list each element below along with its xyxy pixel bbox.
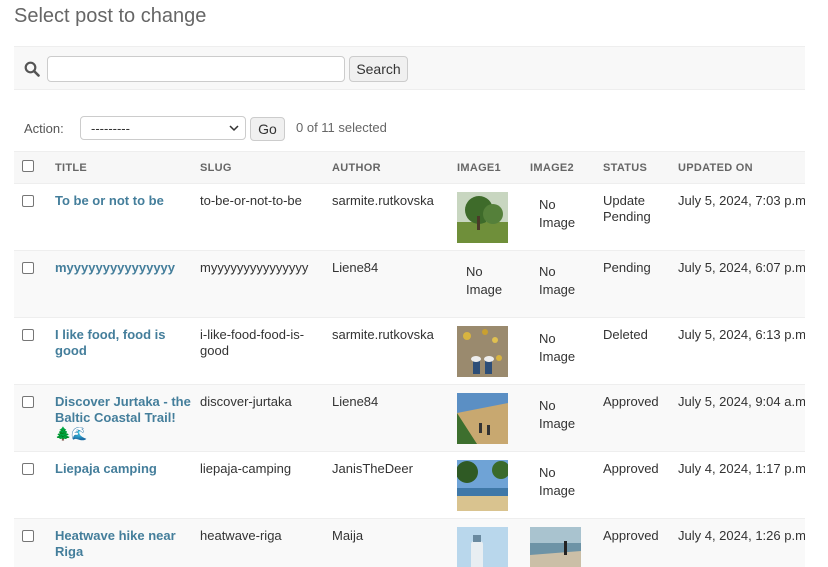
beach-camp-thumbnail [457,460,508,511]
water-bottle-thumbnail [457,527,508,567]
post-slug: discover-jurtaka [200,394,292,409]
table-row: Heatwave hike near Riga heatwave-riga Ma… [14,518,805,567]
column-header-author[interactable]: AUTHOR [324,152,449,184]
column-header-title[interactable]: TITLE [47,152,192,184]
table-row: Liepaja camping liepaja-camping JanisThe… [14,452,805,519]
image1-cell [449,452,522,519]
post-title-link[interactable]: I like food, food is good [55,327,166,358]
sea-shore-thumbnail [530,527,581,567]
post-updated: July 5, 2024, 6:07 p.m. [678,260,805,275]
action-select[interactable]: --------- [80,116,246,140]
row-checkbox[interactable] [22,530,34,542]
post-title-link[interactable]: Liepaja camping [55,461,157,476]
go-button[interactable]: Go [250,117,285,141]
image1-cell [449,318,522,385]
image2-cell: No Image [522,452,595,519]
post-updated: July 4, 2024, 1:26 p.m. [678,528,805,543]
table-row: I like food, food is good i-like-food-fo… [14,318,805,385]
actions-bar: Action: --------- Go 0 of 11 selected [14,116,805,142]
post-updated: July 4, 2024, 1:17 p.m. [678,461,805,476]
post-status: Approved [603,394,659,409]
post-title-link[interactable]: To be or not to be [55,193,164,208]
post-author: JanisTheDeer [332,461,413,476]
results-table: TITLE SLUG AUTHOR IMAGE1 IMAGE2 STATUS U… [14,151,805,567]
search-bar: Search [14,46,805,90]
post-status: Pending [603,260,651,275]
image2-cell: No Image [522,184,595,251]
table-row: myyyyyyyyyyyyyyy myyyyyyyyyyyyyyy Liene8… [14,250,805,318]
post-updated: July 5, 2024, 9:04 a.m. [678,394,805,409]
action-select-value: --------- [91,121,130,136]
post-title-link[interactable]: Discover Jurtaka - the Baltic Coastal Tr… [55,394,191,441]
image2-cell: No Image [522,251,595,318]
leaves-shoes-thumbnail [457,326,508,377]
image1-cell [449,385,522,452]
select-all-checkbox[interactable] [22,160,34,172]
select-all-cell[interactable] [14,152,47,184]
no-image-label: No Image [539,465,576,498]
image1-cell [449,519,522,567]
post-author: Liene84 [332,260,379,275]
post-updated: July 5, 2024, 7:03 p.m. [678,193,805,208]
image1-cell: No Image [449,251,522,318]
no-image-label: No Image [539,197,576,230]
column-header-image1[interactable]: IMAGE1 [449,152,522,184]
no-image-label: No Image [539,331,576,364]
no-image-label: No Image [539,398,576,431]
post-title-link[interactable]: Heatwave hike near Riga [55,528,176,559]
image2-cell [522,519,595,567]
column-header-updated[interactable]: UPDATED ON [670,152,805,184]
post-author: Maija [332,528,364,543]
row-checkbox[interactable] [22,396,34,408]
post-updated: July 5, 2024, 6:13 p.m. [678,327,805,342]
row-checkbox[interactable] [22,463,34,475]
selected-count: 0 of 11 selected [296,120,387,135]
image2-cell: No Image [522,318,595,385]
no-image-label: No Image [466,264,503,297]
post-slug: i-like-food-food-is-good [200,327,305,358]
search-button[interactable]: Search [349,56,408,82]
post-status: Deleted [603,327,648,342]
park-tree-thumbnail [457,192,508,243]
search-icon [24,61,40,77]
post-slug: liepaja-camping [200,461,292,476]
post-slug: heatwave-riga [200,528,282,543]
image1-cell [449,184,522,251]
table-row: To be or not to be to-be-or-not-to-be sa… [14,184,805,251]
table-row: Discover Jurtaka - the Baltic Coastal Tr… [14,384,805,452]
post-status: Approved [603,461,659,476]
table-header-row: TITLE SLUG AUTHOR IMAGE1 IMAGE2 STATUS U… [14,151,805,184]
no-image-label: No Image [539,264,576,297]
search-input[interactable] [47,56,345,82]
coast-trail-thumbnail [457,393,508,444]
post-slug: myyyyyyyyyyyyyyy [200,260,309,275]
post-author: Liene84 [332,394,379,409]
post-title-link[interactable]: myyyyyyyyyyyyyyy [55,260,175,275]
action-label: Action: [24,121,64,136]
column-header-slug[interactable]: SLUG [192,152,324,184]
column-header-image2[interactable]: IMAGE2 [522,152,595,184]
post-author: sarmite.rutkovska [332,193,434,208]
row-checkbox[interactable] [22,195,34,207]
column-header-status[interactable]: STATUS [595,152,670,184]
image2-cell: No Image [522,385,595,452]
page-title: Select post to change [14,5,207,27]
post-slug: to-be-or-not-to-be [200,193,302,208]
row-checkbox[interactable] [22,262,34,274]
post-author: sarmite.rutkovska [332,327,434,342]
post-status: Approved [603,528,659,543]
row-checkbox[interactable] [22,329,34,341]
post-status: Update Pending [603,193,651,224]
chevron-down-icon [229,125,239,132]
